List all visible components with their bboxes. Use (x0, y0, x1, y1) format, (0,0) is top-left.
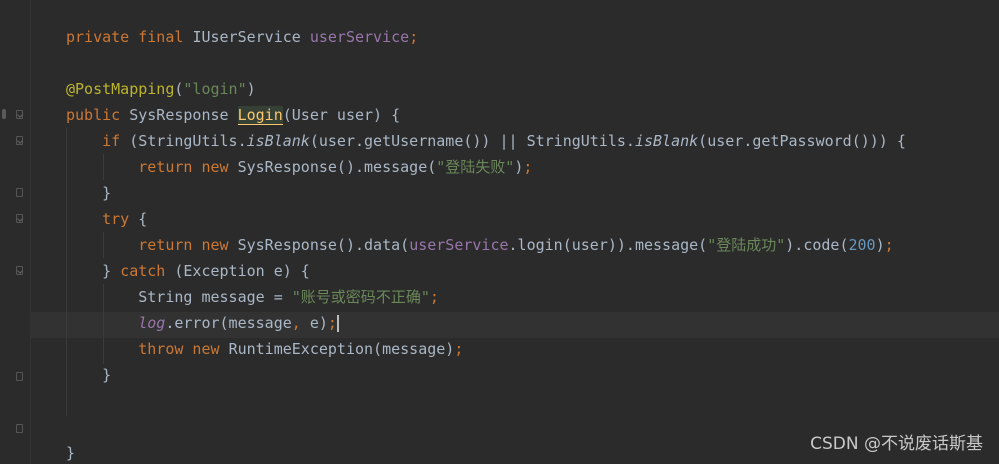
code-token: 200 (848, 236, 876, 254)
code-token: ; (884, 236, 894, 254)
code-line[interactable]: return new SysResponse().message("登陆失败")… (66, 154, 532, 180)
code-line[interactable]: } catch (Exception e) { (66, 258, 310, 284)
code-token: ; (327, 314, 337, 332)
code-token: { (138, 210, 148, 228)
code-line[interactable]: } (66, 180, 111, 206)
code-token: return new (66, 236, 238, 254)
code-token: (User user) { (282, 106, 401, 124)
code-token: ; (429, 288, 439, 306)
editor-gutter[interactable] (0, 0, 30, 464)
watermark: CSDN @不说废话斯基 (810, 434, 983, 454)
text-cursor (336, 315, 339, 332)
gutter-separator (30, 0, 31, 464)
code-token: .error(message (165, 314, 292, 332)
code-token: (Exception e) { (174, 262, 310, 280)
code-token: ; (523, 158, 533, 176)
code-token: .login(user)).message( (508, 236, 708, 254)
fold-open-icon[interactable] (16, 214, 23, 223)
code-token: private final (66, 28, 193, 46)
code-editor[interactable]: private final IUserService userService; @… (0, 0, 999, 464)
code-token: (user.getUsername()) || StringUtils. (309, 132, 635, 150)
code-token: userService (409, 236, 509, 254)
code-token: (user.getPassword())) { (698, 132, 906, 150)
code-line[interactable]: try { (66, 206, 147, 232)
code-token: isBlank (246, 132, 310, 150)
code-token: ).code( (785, 236, 849, 254)
code-token: catch (120, 262, 175, 280)
fold-close-icon[interactable] (16, 372, 23, 381)
code-token: String message = (66, 288, 292, 306)
code-token: } (66, 444, 76, 462)
breakpoint-marker[interactable] (2, 109, 6, 119)
code-token: ) (246, 80, 256, 98)
code-token: try (66, 210, 139, 228)
code-line[interactable]: } (66, 362, 111, 388)
code-token: throw new (66, 340, 229, 358)
code-line[interactable]: throw new RuntimeException(message); (66, 336, 463, 362)
code-token: } (66, 184, 112, 202)
code-token: "login" (183, 80, 247, 98)
code-token: SysResponse().data( (237, 236, 410, 254)
code-line[interactable]: return new SysResponse().data(userServic… (66, 232, 894, 258)
code-token: e) (309, 314, 328, 332)
code-token: ) (875, 236, 885, 254)
code-token: @PostMapping (66, 80, 175, 98)
code-token: isBlank (634, 132, 699, 150)
code-token: IUserService (192, 28, 310, 46)
code-token: RuntimeException(message) (228, 340, 455, 358)
code-token: ; (454, 340, 464, 358)
fold-close-icon[interactable] (16, 188, 23, 197)
code-token: "账号或密码不正确" (291, 288, 430, 306)
code-token: } (66, 262, 121, 280)
code-line[interactable]: @PostMapping("login") (66, 76, 256, 102)
code-token: SysResponse (129, 106, 238, 124)
code-token: "登陆失败" (436, 158, 515, 176)
code-line[interactable]: String message = "账号或密码不正确"; (66, 284, 439, 310)
fold-open-icon[interactable] (16, 266, 23, 275)
fold-open-icon[interactable] (16, 110, 23, 119)
code-token: return new (66, 158, 238, 176)
code-line[interactable]: if (StringUtils.isBlank(user.getUsername… (66, 128, 906, 154)
code-line[interactable]: public SysResponse Login(User user) { (66, 102, 400, 128)
code-token: } (66, 366, 112, 384)
code-token: Login (237, 106, 283, 125)
fold-close-icon[interactable] (16, 424, 23, 433)
code-line[interactable]: private final IUserService userService; (66, 24, 418, 50)
code-token: userService (309, 28, 410, 46)
code-token: ; (409, 28, 419, 46)
code-line[interactable]: } (66, 440, 75, 464)
code-token: public (66, 106, 130, 124)
code-token: (StringUtils. (129, 132, 247, 150)
fold-open-icon[interactable] (16, 136, 23, 145)
code-token: "登陆成功" (707, 236, 786, 254)
code-line[interactable]: log.error(message, e); (66, 310, 339, 336)
code-token: log (138, 314, 166, 332)
code-token: if (66, 132, 130, 150)
code-token: , (291, 314, 310, 332)
code-token: SysResponse().message( (237, 158, 437, 176)
